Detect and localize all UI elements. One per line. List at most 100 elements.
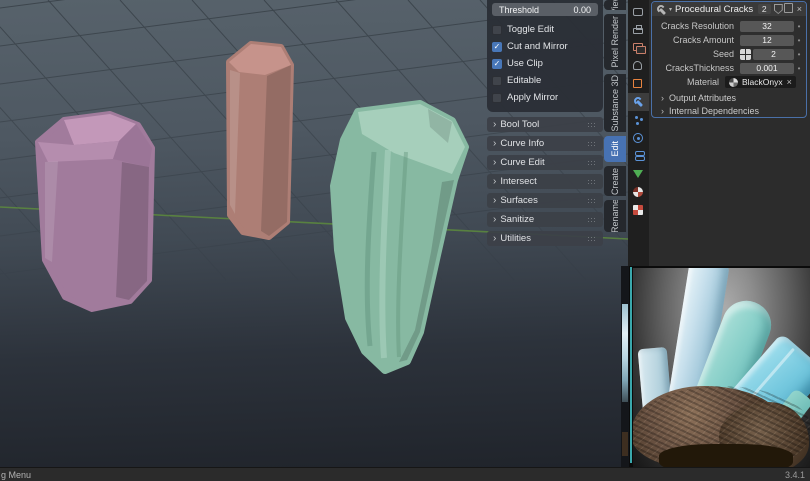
- material-selector[interactable]: BlackOnyx ×: [725, 76, 796, 88]
- panel-label: Curve Info: [500, 138, 583, 149]
- panel-curve-info[interactable]: › Curve Info: [487, 136, 603, 151]
- blender-window: Threshold 0.00 ✓ Toggle Edit ✓ Cut and M…: [0, 0, 810, 481]
- field-cracks-resolution: Cracks Resolution 32 •: [654, 19, 804, 33]
- checkbox-cut-and-mirror[interactable]: ✓ Cut and Mirror: [492, 38, 598, 55]
- viewport-3d[interactable]: Threshold 0.00 ✓ Toggle Edit ✓ Cut and M…: [0, 0, 628, 467]
- tab-rename[interactable]: Rename: [604, 200, 626, 232]
- image-editor-area[interactable]: [628, 266, 810, 467]
- modifier-name[interactable]: Procedural Cracks: [675, 4, 755, 15]
- status-bar: g Menu 3.4.1: [0, 467, 810, 481]
- checkbox-toggle-edit[interactable]: ✓ Toggle Edit: [492, 21, 598, 38]
- tab-pixel-render[interactable]: Pixel Render: [604, 14, 626, 70]
- section-output-attributes[interactable]: › Output Attributes: [652, 91, 806, 104]
- decorator-dot[interactable]: •: [794, 64, 804, 73]
- tab-constraint-properties[interactable]: [628, 147, 649, 165]
- panel-label: Intersect: [500, 176, 583, 187]
- chevron-right-icon: ›: [493, 234, 496, 244]
- tab-object-properties[interactable]: [628, 75, 649, 93]
- active-area-border[interactable]: [630, 267, 632, 463]
- crystal-object-salmon[interactable]: [229, 44, 291, 237]
- crystal-object-purple[interactable]: [38, 114, 152, 309]
- tab-view-layer-properties[interactable]: [628, 39, 649, 57]
- decorator-dot[interactable]: •: [794, 36, 804, 45]
- material-preview-icon: [729, 78, 738, 87]
- tab-render-properties[interactable]: [628, 3, 649, 21]
- chevron-right-icon: ›: [493, 215, 496, 225]
- tab-physics-properties[interactable]: [628, 129, 649, 147]
- panel-label: Bool Tool: [500, 119, 583, 130]
- checkbox-apply-mirror[interactable]: ✓ Apply Mirror: [492, 89, 598, 106]
- copy-icon[interactable]: [786, 5, 793, 13]
- panel-bool-tool[interactable]: › Bool Tool: [487, 117, 603, 132]
- panel-surfaces[interactable]: › Surfaces: [487, 193, 603, 208]
- panel-sanitize[interactable]: › Sanitize: [487, 212, 603, 227]
- field-value-input[interactable]: 0.001: [740, 63, 794, 74]
- grip-icon[interactable]: [587, 122, 597, 127]
- n-panel-tabs: View Pixel Render Substance 3D Edit Crea…: [604, 0, 628, 232]
- grip-icon[interactable]: [587, 217, 597, 222]
- panel-curve-edit[interactable]: › Curve Edit: [487, 155, 603, 170]
- grip-icon[interactable]: [587, 141, 597, 146]
- decorator-dot[interactable]: •: [794, 50, 804, 59]
- panel-utilities[interactable]: › Utilities: [487, 231, 603, 246]
- modifier-fields: Cracks Resolution 32 • Cracks Amount 12 …: [652, 16, 806, 91]
- tab-create[interactable]: Create: [604, 166, 626, 196]
- grip-icon[interactable]: [587, 198, 597, 203]
- particles-icon: [633, 114, 645, 126]
- properties-content: ▾ Procedural Cracks 2 × Cracks Resolutio…: [649, 0, 810, 118]
- panel-intersect[interactable]: › Intersect: [487, 174, 603, 189]
- threshold-label: Threshold: [499, 5, 539, 15]
- input-attribute-toggle-icon[interactable]: [740, 49, 751, 60]
- tab-object-data-properties[interactable]: [628, 165, 649, 183]
- mesh-data-icon: [633, 170, 643, 178]
- tab-material-properties[interactable]: [628, 183, 649, 201]
- tool-options-panel: Threshold 0.00 ✓ Toggle Edit ✓ Cut and M…: [487, 0, 603, 112]
- checkbox-use-clip[interactable]: ✓ Use Clip: [492, 55, 598, 72]
- crystal-object-green[interactable]: [334, 104, 465, 370]
- field-value-input[interactable]: 2: [753, 49, 794, 60]
- section-internal-dependencies[interactable]: › Internal Dependencies: [652, 104, 806, 117]
- users-count-badge[interactable]: 2: [758, 4, 771, 14]
- tab-substance-3d[interactable]: Substance 3D: [604, 74, 626, 132]
- tab-particle-properties[interactable]: [628, 111, 649, 129]
- printer-icon: [633, 28, 643, 34]
- panel-label: Sanitize: [500, 214, 583, 225]
- field-label: Seed: [654, 49, 740, 59]
- threshold-slider[interactable]: Threshold 0.00: [492, 3, 598, 16]
- tab-scene-properties[interactable]: [628, 57, 649, 75]
- checkbox-icon: ✓: [492, 76, 502, 86]
- tab-view[interactable]: View: [604, 0, 626, 10]
- tab-texture-properties[interactable]: [628, 201, 649, 219]
- chevron-right-icon: ›: [661, 106, 664, 116]
- threshold-value: 0.00: [573, 5, 591, 15]
- field-seed: Seed 2 •: [654, 47, 804, 61]
- tab-edit[interactable]: Edit: [604, 136, 626, 162]
- checkbox-label: Apply Mirror: [507, 92, 558, 103]
- object-icon: [633, 79, 642, 88]
- grip-icon[interactable]: [587, 236, 597, 241]
- grip-icon[interactable]: [587, 179, 597, 184]
- field-value-input[interactable]: 32: [740, 21, 794, 32]
- clear-material-icon[interactable]: ×: [787, 78, 792, 87]
- tab-output-properties[interactable]: [628, 21, 649, 39]
- field-material: Material BlackOnyx ×: [654, 75, 804, 89]
- texture-checker-icon: [633, 205, 643, 215]
- view-layer-icon: [633, 42, 645, 54]
- checkbox-editable[interactable]: ✓ Editable: [492, 72, 598, 89]
- fake-user-shield-icon[interactable]: [774, 4, 783, 14]
- close-icon[interactable]: ×: [797, 5, 802, 14]
- field-cracks-thickness: CracksThickness 0.001 •: [654, 61, 804, 75]
- field-label: Material: [654, 77, 725, 87]
- decorator-dot[interactable]: •: [794, 22, 804, 31]
- tab-modifier-properties[interactable]: [628, 93, 649, 111]
- scene-icon: [633, 61, 642, 70]
- chevron-right-icon: ›: [661, 93, 664, 103]
- constraints-icon: [633, 150, 645, 162]
- field-value-input[interactable]: 12: [740, 35, 794, 46]
- modifier-header[interactable]: ▾ Procedural Cracks 2 ×: [652, 2, 806, 16]
- checkbox-label: Editable: [507, 75, 541, 86]
- chevron-down-icon[interactable]: ▾: [669, 6, 672, 13]
- grip-icon[interactable]: [587, 160, 597, 165]
- narrow-image-area-sliver[interactable]: [621, 266, 629, 467]
- properties-tab-column: [628, 0, 649, 266]
